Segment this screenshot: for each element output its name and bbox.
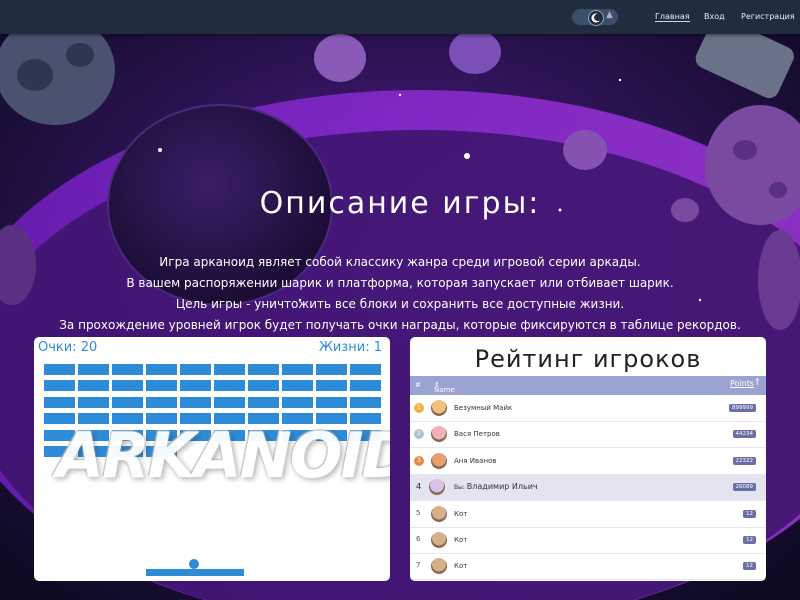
brick [146,380,177,392]
moon-icon [588,10,604,26]
leaderboard-header: # Name ↕ Points ↑ [410,376,766,395]
brick [180,396,211,408]
paddle[interactable] [146,569,244,576]
leaderboard-panel: Рейтинг игроков # Name ↕ Points ↑ 1 Безум… [410,337,766,581]
brick [146,396,177,408]
leaderboard-row: 7 Кот 12 [410,553,766,581]
rank-number: 6 [416,535,421,543]
points-badge: 12 [743,536,756,544]
brick [282,380,313,392]
rank-number: 7 [416,561,421,570]
rank-number: 3 [417,456,421,464]
medal-icon: 3 [414,455,424,466]
avatar [431,505,447,522]
player-name: Вася Петров [454,430,500,439]
brick [44,396,75,408]
brick [78,396,109,408]
rank-number: 1 [417,404,421,411]
description-line: В вашем распоряжении шарик и платформа, … [126,276,674,290]
column-name-label: Name [434,386,455,394]
rank-number: 4 [416,482,422,492]
leaderboard-row: 2 Вася Петров 44234 [410,421,766,449]
lives-label: Жизни: 1 [318,340,382,355]
column-points[interactable]: Points [730,379,754,388]
theme-toggle[interactable]: ▲ [572,9,618,26]
nav-login-link[interactable]: Вход [704,12,725,21]
avatar [431,400,447,416]
brick [78,364,109,375]
description-line: За прохождение уровней игрок будет получ… [59,318,741,332]
player-name: Аня Иванов [454,456,497,465]
leaderboard-row: 1 Безумный Майк 899999 [410,395,766,422]
points-badge: 22322 [732,456,756,465]
page-title: Описание игры: [259,186,541,221]
player-name-text: Владимир Ильич [466,482,538,492]
brick [112,396,143,408]
game-description: Игра арканоид являет собой классику жанр… [0,252,800,336]
player-name: Кот [454,509,468,518]
points-badge: 12 [743,562,756,571]
player-name: Кот [454,536,468,544]
medal-icon: 2 [414,429,424,440]
points-badge: 899999 [729,404,756,412]
chevron-icon: ▲ [606,10,613,20]
player-name: Вы: Владимир Ильич [454,482,538,491]
rank-number: 2 [417,430,421,438]
medal-icon: 1 [414,403,424,413]
leaderboard-row: 6 Кот 12 [410,527,766,554]
avatar [431,558,447,575]
brick [282,396,313,408]
brick [44,364,75,375]
points-badge: 12 [743,509,756,518]
column-rank: # [415,381,421,389]
leaderboard-row: 3 Аня Иванов 22322 [410,448,766,475]
brick [112,380,143,392]
brick [180,380,211,392]
leaderboard-title: Рейтинг игроков [474,345,702,373]
arkanoid-logo: ARKANOID [56,419,390,492]
brick [180,364,211,375]
nav-register-link[interactable]: Регистрация [741,12,795,21]
column-name[interactable]: Name ↕ [434,381,455,394]
brick [350,364,381,375]
avatar [429,479,445,496]
points-badge: 26089 [732,483,756,492]
brick [248,380,279,392]
brick [350,396,381,408]
brick [214,396,245,408]
brick [316,364,347,375]
brick [248,364,279,375]
brick [282,364,313,375]
avatar [431,532,447,548]
points-badge: 44234 [732,430,756,439]
you-prefix: Вы: [454,484,467,492]
brick [214,364,245,375]
avatar [431,452,447,469]
brick [78,380,109,392]
brick [248,396,279,408]
brick [350,380,381,392]
ball [189,559,199,569]
brick [44,380,75,392]
description-line: Цель игры - уничтожить все блоки и сохра… [175,297,625,311]
leaderboard-row-me: 4 Вы: Владимир Ильич 26089 [410,474,766,502]
leaderboard-row: 5 Кот 12 [410,501,766,528]
player-name: Кот [454,562,468,571]
player-name: Безумный Майк [454,404,513,412]
rank-number: 5 [416,508,421,517]
brick [316,380,347,392]
game-canvas[interactable]: Очки: 20 Жизни: 1 ARKANOID [34,337,390,581]
brick [214,380,245,392]
score-label: Очки: 20 [38,340,98,355]
sort-arrow-icon[interactable]: ↑ [753,378,761,388]
brick [316,396,347,408]
avatar [431,426,447,443]
brick [112,364,143,375]
navbar: ▲ Главная Вход Регистрация [0,0,800,34]
nav-home-link[interactable]: Главная [655,12,690,22]
brick [146,364,177,375]
description-line: Игра арканоид являет собой классику жанр… [159,255,641,269]
